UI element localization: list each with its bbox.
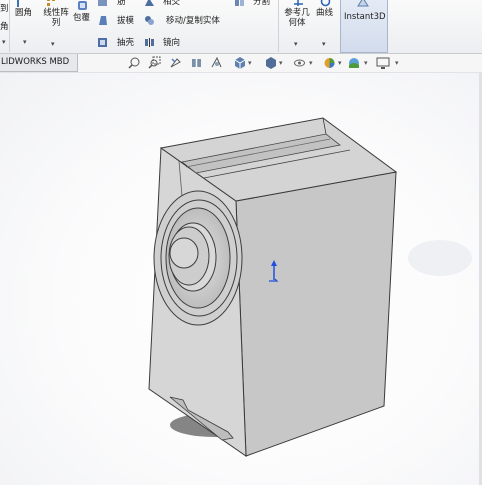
wrap-icon xyxy=(78,1,87,10)
view-settings-icon[interactable] xyxy=(376,56,390,70)
curves-icon xyxy=(320,0,331,7)
curves-label: 曲线 xyxy=(316,8,334,18)
mirror-icon xyxy=(145,38,154,47)
linear-pattern-icon xyxy=(47,0,55,6)
graphics-area[interactable] xyxy=(0,73,482,485)
view-orientation-icon[interactable] xyxy=(233,56,246,70)
rib-label: 筋 xyxy=(117,0,126,7)
previous-view-icon[interactable] xyxy=(169,56,182,70)
shell-label: 抽壳 xyxy=(117,38,135,48)
section-view-icon[interactable] xyxy=(190,56,203,70)
dynamic-annotation-icon[interactable] xyxy=(210,56,223,70)
reference-geometry-label: 参考几 何体 xyxy=(284,8,310,28)
draft-icon xyxy=(99,16,107,25)
fillet-label: 圆角 xyxy=(15,8,33,18)
chevron-down-icon[interactable]: ▾ xyxy=(309,56,313,70)
chevron-down-icon[interactable]: ▾ xyxy=(294,40,298,48)
linear-pattern-label: 线性阵 列 xyxy=(43,8,69,28)
wrap-label: 包覆 xyxy=(73,13,91,23)
draft-label: 拔模 xyxy=(117,16,135,26)
chevron-down-icon[interactable]: ▾ xyxy=(364,56,368,70)
instant3d-toggle[interactable]: Instant3D xyxy=(340,0,388,53)
chevron-down-icon[interactable]: ▾ xyxy=(2,38,6,46)
mirror-label: 镜向 xyxy=(163,38,181,48)
hide-show-icon[interactable] xyxy=(293,56,306,70)
chevron-down-icon[interactable]: ▾ xyxy=(279,56,283,70)
apply-scene-icon[interactable] xyxy=(347,56,361,70)
move-copy-label: 移动/复制实体 xyxy=(166,16,220,26)
edit-appearance-icon[interactable] xyxy=(323,56,336,70)
ribbon-clipped-label-a[interactable]: 到 xyxy=(0,4,9,14)
instant3d-label: Instant3D xyxy=(344,12,386,22)
zoom-to-fit-icon[interactable] xyxy=(128,56,141,70)
ribbon-separator xyxy=(278,0,279,52)
ribbon-separator xyxy=(9,0,10,52)
reference-geometry-icon xyxy=(294,0,303,6)
split-label: 分割 xyxy=(253,0,271,7)
tab-solidworks-mbd[interactable]: LIDWORKS MBD xyxy=(0,54,78,72)
chevron-down-icon[interactable]: ▾ xyxy=(395,56,399,70)
move-copy-icon xyxy=(145,16,154,25)
ribbon-clipped-label-b[interactable]: 角 xyxy=(0,22,9,32)
shell-icon xyxy=(98,38,107,47)
intersect-label: 相交 xyxy=(163,0,181,7)
chevron-down-icon[interactable]: ▾ xyxy=(51,40,55,48)
chevron-down-icon[interactable]: ▾ xyxy=(338,56,342,70)
chevron-down-icon[interactable]: ▾ xyxy=(322,40,326,48)
command-manager-ribbon: 到 角 ▾ 圆角 ▾ 线性阵 列 ▾ 包覆 筋 拔模 抽壳 相交 移动/复制实体 xyxy=(0,0,482,54)
split-icon xyxy=(235,0,244,6)
rib-icon xyxy=(98,0,107,6)
chevron-down-icon[interactable]: ▾ xyxy=(23,38,27,46)
zoom-area-icon[interactable] xyxy=(148,56,161,70)
display-style-icon[interactable] xyxy=(264,56,277,70)
instant3d-icon xyxy=(357,0,369,7)
chevron-down-icon[interactable]: ▾ xyxy=(248,56,252,70)
part-model[interactable] xyxy=(0,73,482,485)
intersect-icon xyxy=(145,0,154,6)
fillet-icon xyxy=(17,0,20,7)
